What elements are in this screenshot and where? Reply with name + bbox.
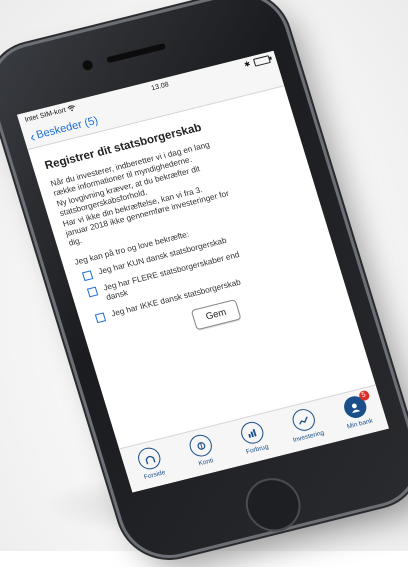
tab-label: Investering <box>292 429 326 444</box>
tab-label: Konti <box>197 457 215 468</box>
tab-label: Forside <box>143 469 167 482</box>
checkbox-not-danish[interactable] <box>94 312 107 324</box>
tab-forside[interactable]: Forside <box>122 442 180 485</box>
accounts-icon <box>187 432 215 459</box>
tab-bar: Forside Konti Forbrug Investering 5 Min … <box>119 384 389 493</box>
tab-konti[interactable]: Konti <box>173 429 231 472</box>
wifi-icon <box>67 105 75 112</box>
checkbox-only-danish[interactable] <box>81 270 94 281</box>
tab-min-bank[interactable]: 5 Min bank <box>327 389 385 434</box>
tab-label: Min bank <box>346 417 374 431</box>
checkbox-multiple[interactable] <box>86 286 99 298</box>
front-camera <box>81 59 94 72</box>
spending-icon <box>238 419 267 446</box>
tab-label: Forbrug <box>245 443 270 456</box>
clock: 13.08 <box>150 80 170 92</box>
battery-icon <box>252 55 271 67</box>
tab-forbrug[interactable]: Forbrug <box>225 416 283 459</box>
earpiece-speaker <box>106 43 167 64</box>
bluetooth-icon: ✱ <box>243 60 252 70</box>
save-button[interactable]: Gem <box>190 298 242 331</box>
tab-investering[interactable]: Investering <box>276 403 334 446</box>
home-icon <box>135 445 164 472</box>
investment-icon <box>289 406 318 434</box>
